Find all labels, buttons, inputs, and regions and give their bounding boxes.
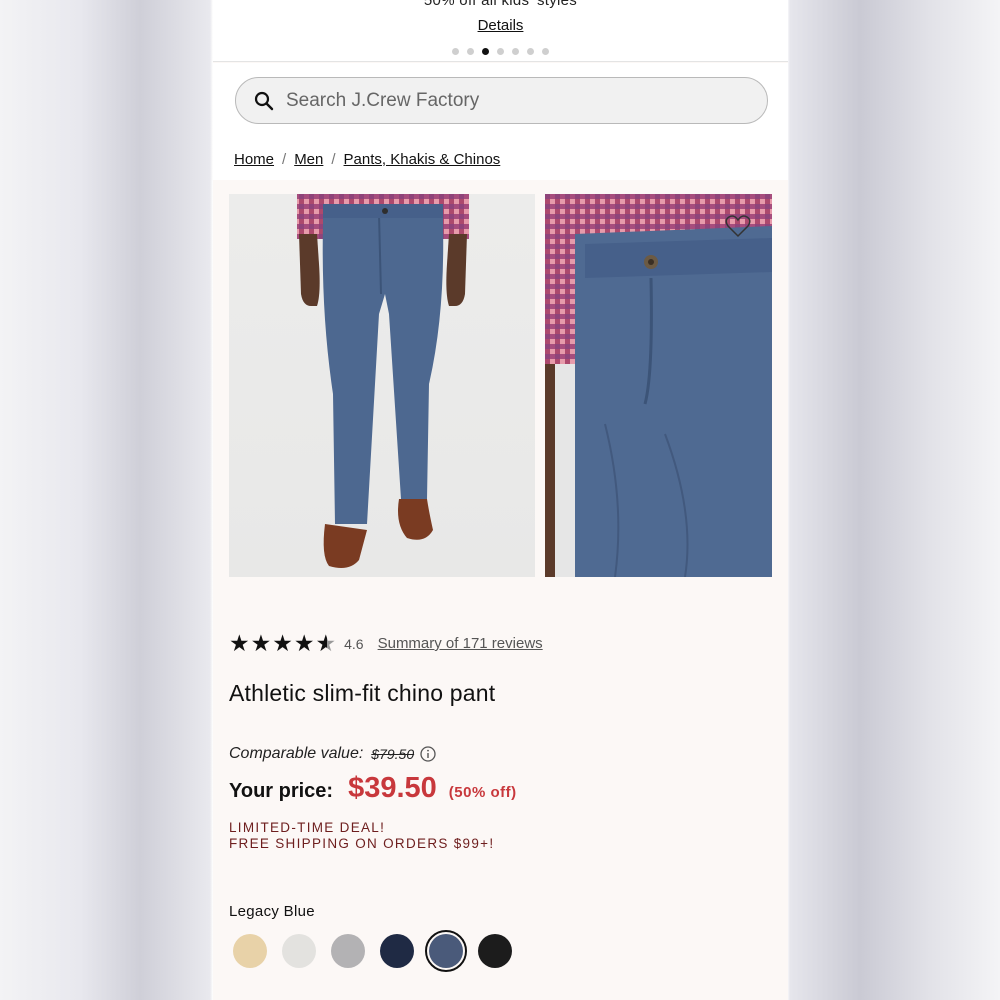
reviews-summary-link[interactable]: Summary of 171 reviews — [378, 635, 543, 652]
star-icon: ★ — [272, 630, 293, 656]
promo-details-link[interactable]: Details — [213, 17, 788, 34]
carousel-dot[interactable] — [452, 48, 459, 55]
search-bar[interactable] — [235, 77, 768, 124]
info-icon[interactable] — [420, 746, 436, 762]
heart-icon[interactable] — [725, 214, 751, 238]
carousel-dot[interactable] — [512, 48, 519, 55]
rating-stars: ★ ★ ★ ★ ★ — [229, 632, 336, 655]
breadcrumb-men[interactable]: Men — [294, 151, 323, 168]
promo-banner: 50% off all kids' styles Details — [213, 0, 788, 62]
rating-value: 4.6 — [344, 635, 364, 652]
rating-row: ★ ★ ★ ★ ★ 4.6 Summary of 171 reviews — [229, 632, 543, 655]
search-input[interactable] — [286, 87, 746, 115]
price-row: Your price: $39.50 (50% off) — [229, 772, 517, 805]
carousel-dot[interactable] — [542, 48, 549, 55]
selected-color-name: Legacy Blue — [229, 903, 315, 920]
star-icon: ★ — [250, 630, 272, 656]
color-swatch[interactable] — [282, 934, 316, 968]
product-title: Athletic slim-fit chino pant — [229, 680, 496, 706]
product-image-full[interactable] — [229, 194, 535, 577]
comparable-label: Comparable value: — [229, 745, 364, 762]
carousel-dot[interactable] — [467, 48, 474, 55]
breadcrumb: Home / Men / Pants, Khakis & Chinos — [234, 151, 500, 168]
color-swatch[interactable] — [380, 934, 414, 968]
product-image-detail[interactable] — [545, 194, 772, 577]
breadcrumb-home[interactable]: Home — [234, 151, 274, 168]
color-swatch[interactable] — [478, 934, 512, 968]
sale-price: $39.50 — [348, 772, 437, 804]
comparable-price: $79.50 — [371, 746, 415, 762]
star-icon: ★ — [293, 630, 315, 656]
promo-text: 50% off all kids' styles — [423, 0, 578, 9]
color-swatch-selected[interactable] — [425, 930, 467, 972]
header-area: Home / Men / Pants, Khakis & Chinos — [213, 63, 788, 180]
product-page: 50% off all kids' styles Details Home / … — [213, 0, 788, 1000]
carousel-dots — [213, 48, 788, 55]
price-label: Your price: — [229, 780, 334, 802]
carousel-dot[interactable] — [527, 48, 534, 55]
deal-message: LIMITED-TIME DEAL! FREE SHIPPING ON ORDE… — [229, 820, 494, 852]
breadcrumb-separator: / — [282, 151, 287, 168]
carousel-dot[interactable] — [497, 48, 504, 55]
breadcrumb-pants-khakis-chinos[interactable]: Pants, Khakis & Chinos — [344, 151, 501, 168]
search-icon — [254, 91, 274, 111]
carousel-dot-active[interactable] — [482, 48, 489, 55]
breadcrumb-separator: / — [331, 151, 336, 168]
star-icon: ★ — [229, 630, 250, 656]
color-swatches — [233, 930, 512, 972]
color-swatch[interactable] — [331, 934, 365, 968]
shipping-line: FREE SHIPPING ON ORDERS $99+! — [229, 836, 495, 851]
comparable-value: Comparable value: $79.50 — [229, 745, 436, 763]
color-swatch[interactable] — [233, 934, 267, 968]
star-half-icon: ★ — [315, 630, 337, 656]
discount-badge: (50% off) — [448, 784, 517, 801]
deal-line: LIMITED-TIME DEAL! — [229, 820, 386, 835]
